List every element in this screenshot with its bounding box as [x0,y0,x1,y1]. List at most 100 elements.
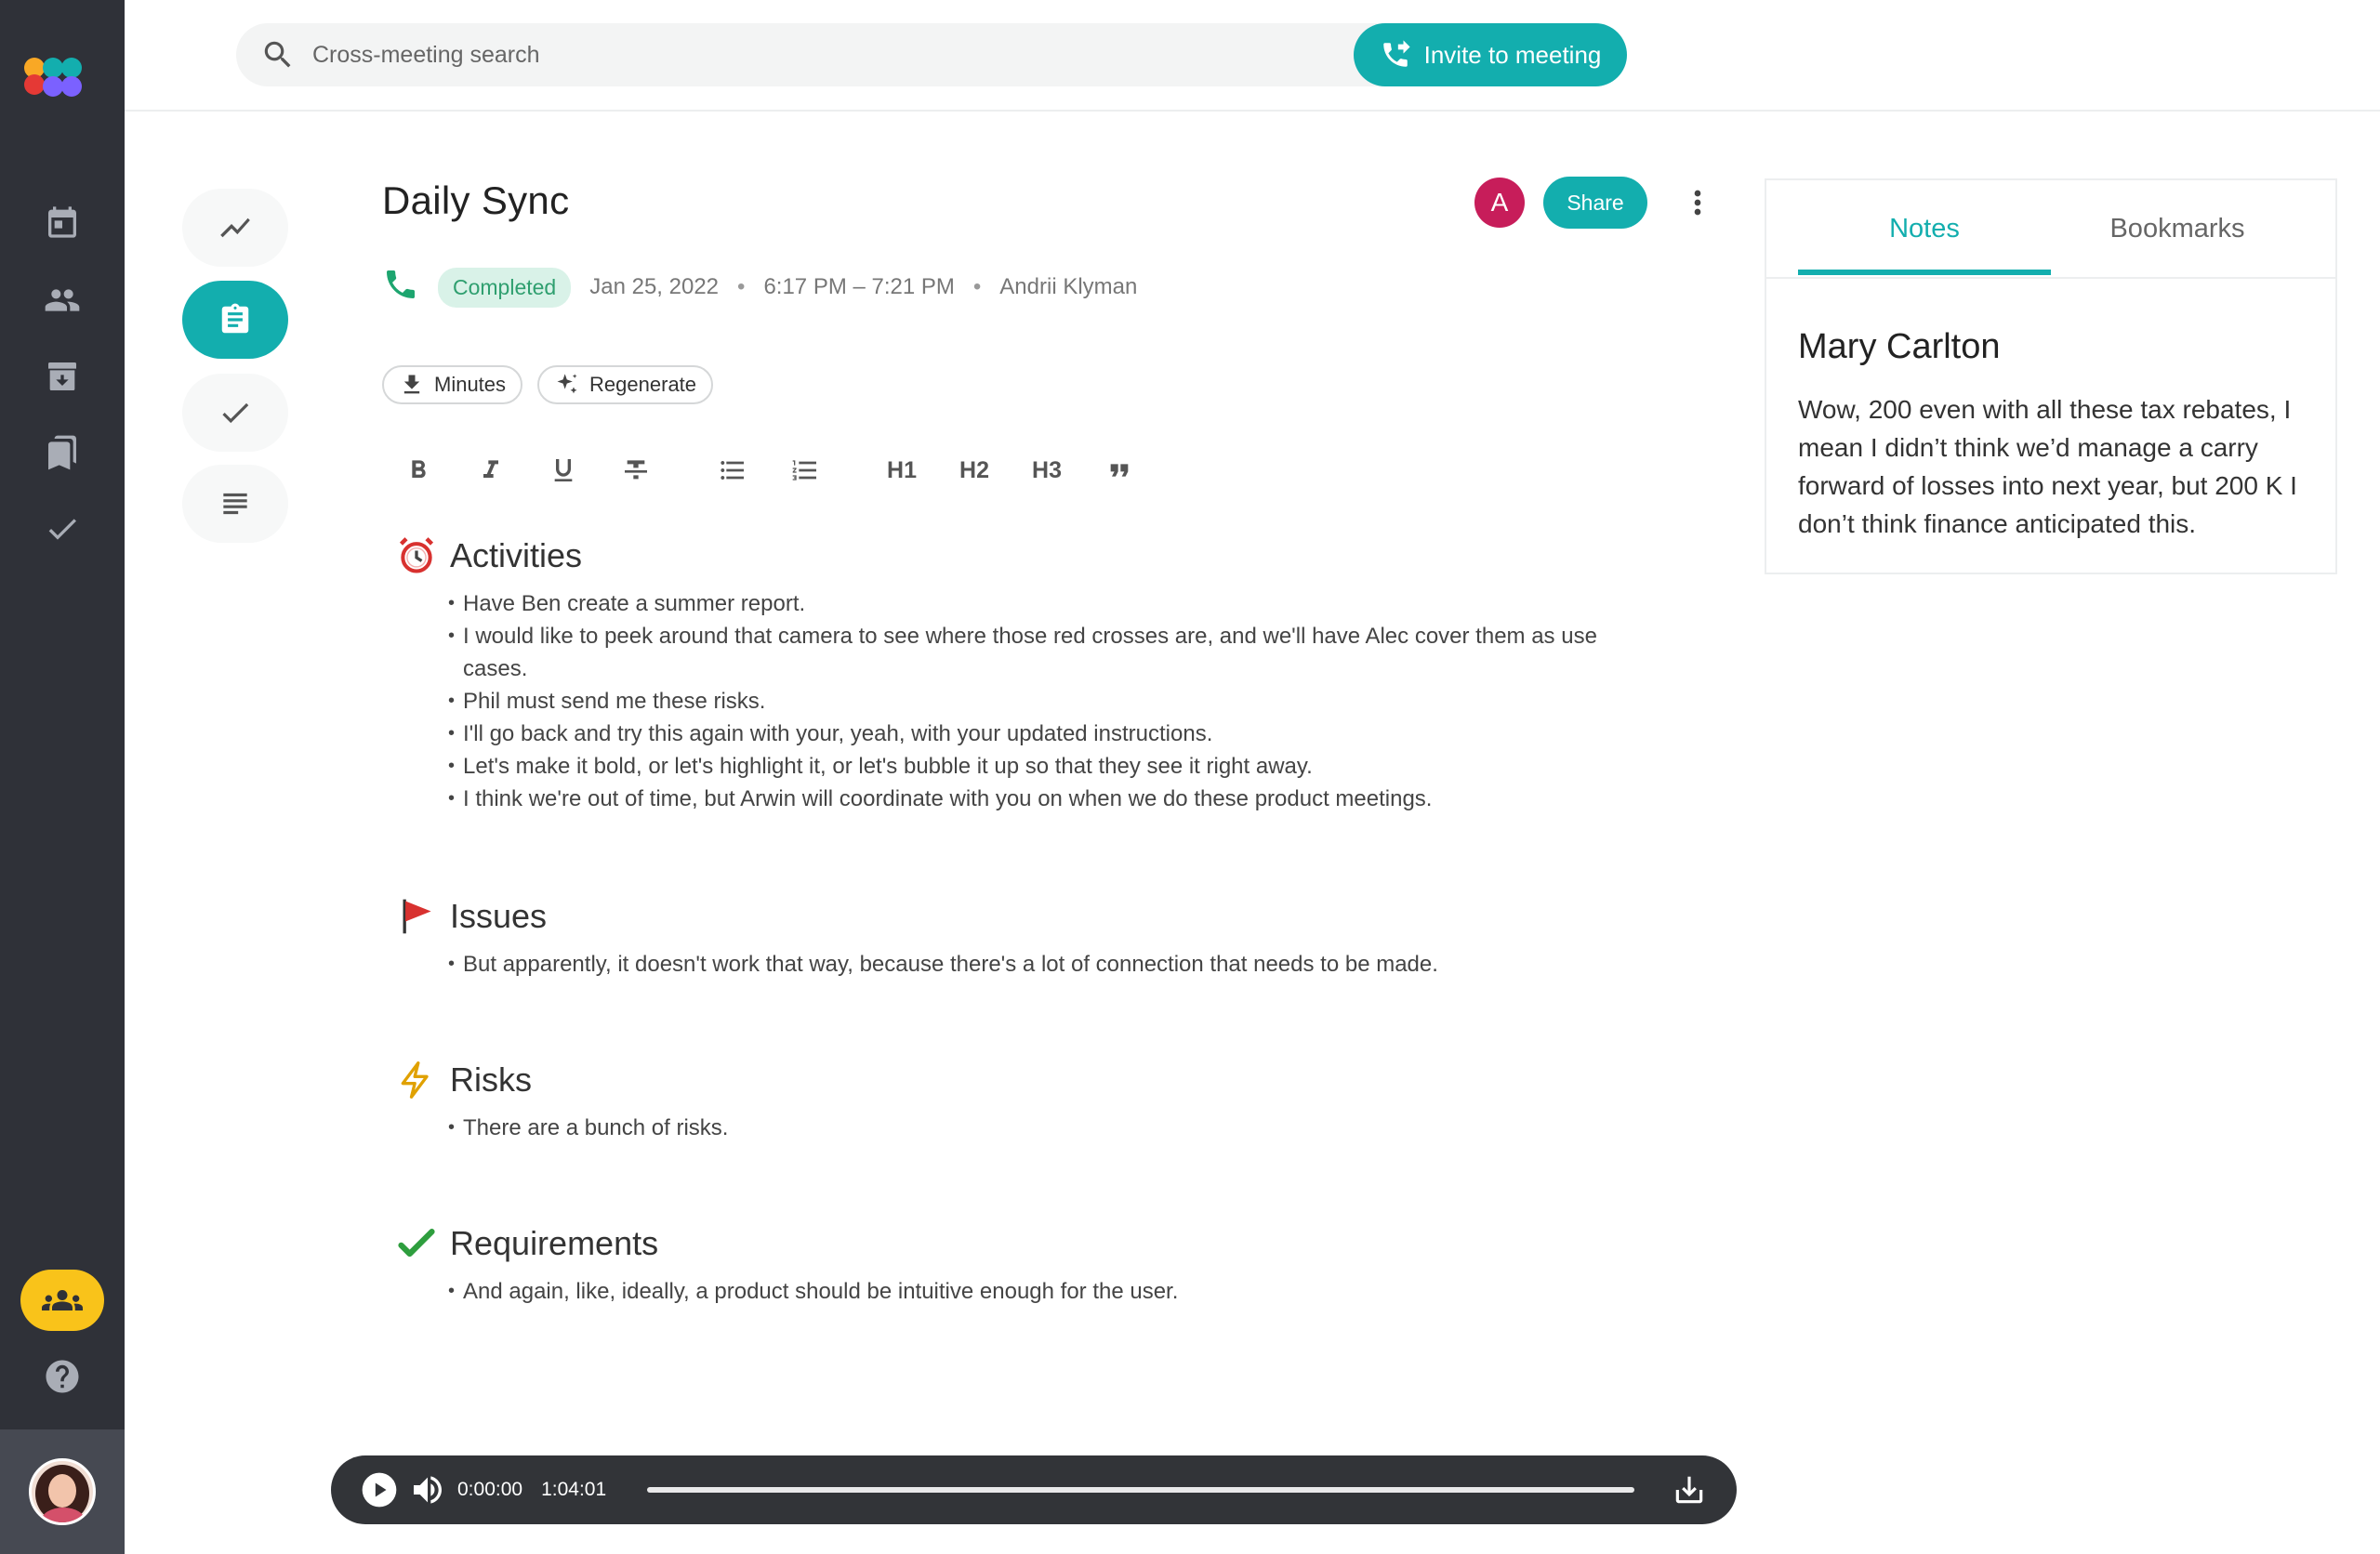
numbered-list-icon [792,460,816,481]
current-time: 0:00:00 [457,1479,523,1500]
separator-dot: • [737,274,746,299]
participant-avatar[interactable]: A [1474,178,1525,228]
italic-icon [483,460,498,478]
phone-icon [382,266,419,309]
regenerate-button[interactable]: Regenerate [537,365,714,404]
top-bar: Invite to meeting [125,0,2380,112]
minutes-label: Minutes [434,373,507,396]
note-text: Wow, 200 even with all these tax rebates… [1798,395,2297,538]
separator-dot: • [972,274,982,299]
bold-button[interactable] [390,450,446,491]
rail-analytics-button[interactable] [182,189,288,267]
calendar-icon[interactable] [41,201,84,244]
notes-panel: Notes Bookmarks Mary Carlton Wow, 200 ev… [1765,178,2337,574]
check-icon[interactable] [41,507,84,550]
regenerate-label: Regenerate [589,373,697,396]
audio-player: 0:00:00 1:04:01 [331,1455,1737,1524]
section-title: Activities [450,536,583,574]
section-title: Requirements [450,1224,659,1262]
status-badge: Completed [438,267,572,308]
play-icon[interactable] [361,1471,398,1508]
bold-icon [412,460,426,478]
italic-button[interactable] [463,450,519,491]
bookmarks-icon[interactable] [41,431,84,474]
lightning-icon [401,1061,429,1099]
app-logo[interactable] [24,52,100,100]
download-icon [403,375,420,394]
meeting-meta: Completed Jan 25, 2022 • 6:17 PM – 7:21 … [382,266,1137,309]
app-sidebar [0,0,125,1554]
tasks-check-icon [222,402,249,424]
archive-icon[interactable] [41,355,84,398]
meeting-organizer: Andrii Klyman [999,274,1138,299]
download-audio-icon[interactable] [1672,1472,1707,1508]
quote-icon [1110,464,1129,477]
panel-tabs: Notes Bookmarks [1766,180,2335,279]
team-button[interactable] [20,1270,104,1331]
duration: 1:04:01 [541,1479,607,1500]
section-risks: Risks There are a bunch of risks. [396,1056,1688,1144]
rail-notes-button[interactable] [182,281,288,359]
section-issues: Issues But apparently, it doesn't work t… [396,892,1688,981]
underline-button[interactable] [536,450,591,491]
section-title: Issues [450,897,548,935]
rail-transcript-button[interactable] [182,465,288,543]
list-item: But apparently, it doesn't work that way… [448,948,1688,981]
list-item: There are a bunch of risks. [448,1112,1688,1144]
strikethrough-icon [625,460,647,480]
list-item: And again, like, ideally, a product shou… [448,1275,1688,1308]
people-icon[interactable] [41,279,84,322]
requirements-list: And again, like, ideally, a product shou… [448,1275,1688,1308]
meeting-date: Jan 25, 2022 [589,274,720,299]
avatar [29,1458,96,1525]
analytics-icon [220,217,250,238]
quote-button[interactable] [1091,450,1147,491]
meeting-time-range: 6:17 PM – 7:21 PM [763,274,955,299]
activities-list: Have Ben create a summer report. I would… [448,587,1688,815]
meeting-actions: A Share [1474,177,1716,229]
section-activities: Activities Have Ben create a summer repo… [396,532,1688,815]
risks-list: There are a bunch of risks. [448,1112,1688,1144]
team-icon [42,1290,83,1310]
tab-notes[interactable]: Notes [1798,180,2051,277]
heading1-button[interactable]: H1 [874,450,930,491]
list-item: Phil must send me these risks. [448,685,1688,718]
list-item: I would like to peek around that camera … [448,620,1638,685]
red-flag-icon [403,899,431,934]
heading2-button[interactable]: H2 [946,450,1002,491]
invite-to-meeting-button[interactable]: Invite to meeting [1354,23,1627,86]
list-item: I think we're out of time, but Arwin wil… [448,783,1688,815]
strikethrough-button[interactable] [608,450,664,491]
bullet-list-button[interactable] [705,450,760,491]
rail-tasks-button[interactable] [182,374,288,452]
numbered-list-button[interactable] [777,450,833,491]
help-icon[interactable] [43,1357,82,1396]
phone-forward-icon [1382,40,1410,67]
transcript-icon [223,493,247,515]
section-title: Risks [450,1060,532,1099]
more-options-icon[interactable] [1679,184,1716,221]
search-box[interactable] [236,23,1450,86]
note-author: Mary Carlton [1798,327,2001,366]
invite-label: Invite to meeting [1423,40,1602,69]
section-requirements: Requirements And again, like, ideally, a… [396,1219,1688,1308]
search-input[interactable] [311,40,1333,70]
user-menu[interactable] [0,1429,125,1554]
heading3-button[interactable]: H3 [1019,450,1075,491]
list-item: Have Ben create a summer report. [448,587,1688,620]
minutes-button[interactable]: Minutes [382,365,523,404]
editor-toolbar: H1 H2 H3 [390,450,1164,491]
search-icon [264,41,291,68]
action-chips: Minutes Regenerate [382,365,714,404]
tab-bookmarks[interactable]: Bookmarks [2051,180,2304,277]
volume-icon[interactable] [409,1471,446,1508]
issues-list: But apparently, it doesn't work that way… [448,948,1688,981]
share-button[interactable]: Share [1543,177,1647,229]
meeting-title: Daily Sync [382,178,570,222]
active-tab-indicator [1798,270,2051,275]
alarm-clock-icon [399,537,434,573]
progress-track[interactable] [647,1487,1634,1493]
list-item: I'll go back and try this again with you… [448,718,1688,750]
underline-icon [554,459,573,481]
bullet-list-icon [721,461,744,480]
